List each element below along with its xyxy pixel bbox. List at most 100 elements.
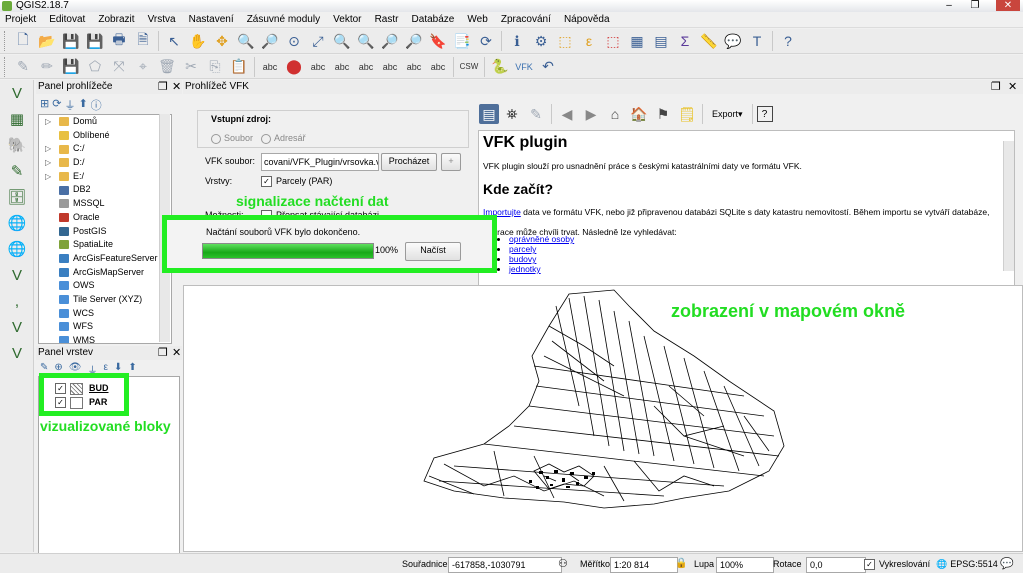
- deselect-icon[interactable]: ⬚: [602, 30, 624, 52]
- vfk-plugin-icon[interactable]: VFK: [513, 56, 535, 78]
- menu-projekt[interactable]: Projekt: [0, 12, 41, 28]
- toolbar-grip-2[interactable]: [4, 56, 9, 77]
- map-canvas[interactable]: [183, 285, 1023, 552]
- python-console-icon[interactable]: 🐍: [489, 56, 511, 78]
- save-edits-icon[interactable]: 💾: [60, 56, 82, 78]
- new-project-icon[interactable]: 🗋: [12, 30, 34, 52]
- browser-item[interactable]: OWS: [39, 279, 171, 293]
- close-panel-icon[interactable]: ✕: [172, 346, 181, 359]
- back-icon[interactable]: ◀: [556, 103, 578, 125]
- maximize-button[interactable]: ❐: [966, 0, 984, 11]
- toggle-editing-icon[interactable]: ✏: [36, 56, 58, 78]
- add-wcs-layer-icon[interactable]: 🌐: [6, 238, 28, 260]
- float-panel-icon[interactable]: ❐: [991, 80, 1001, 93]
- zoom-spinbox[interactable]: 100%: [716, 557, 774, 573]
- select-features-icon[interactable]: ⬚: [554, 30, 576, 52]
- select-by-expression-icon[interactable]: ε: [578, 30, 600, 52]
- forward-icon[interactable]: ▶: [580, 103, 602, 125]
- link-budovy[interactable]: budovy: [509, 254, 536, 264]
- zoom-in-icon[interactable]: 🔍: [235, 30, 257, 52]
- zoom-selection-icon[interactable]: 🔍: [331, 30, 353, 52]
- add-spatialite-layer-icon[interactable]: ✎: [6, 160, 28, 182]
- browser-item[interactable]: Oblíbené: [39, 129, 171, 143]
- refresh-browser-icon[interactable]: ⟳: [52, 97, 61, 111]
- close-panel-icon[interactable]: ✕: [1008, 80, 1017, 93]
- delete-selected-icon[interactable]: 🗑: [156, 56, 178, 78]
- cut-features-icon[interactable]: ✂: [180, 56, 202, 78]
- menu-zpracovani[interactable]: Zpracování: [496, 12, 556, 28]
- browser-item[interactable]: Tile Server (XYZ): [39, 293, 171, 307]
- layer-option-checkbox[interactable]: ✓: [261, 176, 272, 188]
- zoom-full-icon[interactable]: ⤢: [307, 30, 329, 52]
- new-bookmark-icon[interactable]: 🔖: [427, 30, 449, 52]
- properties-icon[interactable]: ⓘ: [91, 97, 102, 112]
- new-spatialite-icon[interactable]: V: [6, 342, 28, 364]
- collapse-all-icon[interactable]: ⬆: [128, 362, 136, 375]
- expand-arrow-icon[interactable]: ▷: [45, 170, 51, 184]
- open-project-icon[interactable]: 📂: [36, 30, 58, 52]
- rotate-label-icon[interactable]: abc: [379, 56, 401, 78]
- render-checkbox[interactable]: ✓: [864, 559, 875, 571]
- close-button[interactable]: ✕: [996, 0, 1020, 11]
- browser-item[interactable]: ▷ E:/: [39, 170, 171, 184]
- pan-map-icon[interactable]: ✥: [211, 30, 233, 52]
- radio-address[interactable]: Adresář: [261, 133, 306, 144]
- layer-labeling-icon[interactable]: ⬤: [283, 56, 305, 78]
- float-panel-icon[interactable]: ❐: [158, 346, 168, 359]
- menu-web[interactable]: Web: [462, 12, 492, 28]
- browser-item[interactable]: WMS: [39, 334, 171, 343]
- undo-icon[interactable]: ↶: [537, 56, 559, 78]
- show-bookmarks-icon[interactable]: 📑: [451, 30, 473, 52]
- browser-item[interactable]: PostGIS: [39, 225, 171, 239]
- link-jednotky[interactable]: jednotky: [509, 264, 541, 274]
- add-vector-layer-icon[interactable]: V: [6, 82, 28, 104]
- expand-arrow-icon[interactable]: ▷: [45, 115, 51, 129]
- toolbar-grip[interactable]: [4, 31, 9, 51]
- refresh-icon[interactable]: ⟳: [475, 30, 497, 52]
- toggle-extents-icon[interactable]: ⚇: [558, 557, 568, 571]
- link-parcely[interactable]: parcely: [509, 244, 536, 254]
- minimize-button[interactable]: –: [940, 0, 958, 11]
- change-label-icon[interactable]: abc: [403, 56, 425, 78]
- menu-napoveda[interactable]: Nápověda: [559, 12, 615, 28]
- show-on-map-icon[interactable]: ⚑: [652, 103, 674, 125]
- browser-item[interactable]: SpatiaLite: [39, 238, 171, 252]
- label-toolbar-icon[interactable]: abc: [259, 56, 281, 78]
- copy-features-icon[interactable]: ⎘: [204, 56, 226, 78]
- zoom-layer-icon[interactable]: 🔍: [355, 30, 377, 52]
- current-edits-icon[interactable]: ✎: [12, 56, 34, 78]
- pan-icon[interactable]: ✋: [187, 30, 209, 52]
- add-feature-icon[interactable]: ⬠: [84, 56, 106, 78]
- browser-item[interactable]: Oracle: [39, 211, 171, 225]
- browser-item[interactable]: ▷ C:/: [39, 142, 171, 156]
- help-icon[interactable]: ?: [777, 30, 799, 52]
- layer-option-par[interactable]: ✓ Parcely (PAR): [261, 176, 332, 188]
- menu-vrstva[interactable]: Vrstva: [143, 12, 181, 28]
- menu-zasuvne-moduly[interactable]: Zásuvné moduly: [242, 12, 325, 28]
- add-selected-icon[interactable]: ⊞: [40, 97, 49, 111]
- home-filled-icon[interactable]: 🏠: [628, 103, 650, 125]
- browser-item[interactable]: ArcGisMapServer: [39, 266, 171, 280]
- move-label-icon[interactable]: abc: [355, 56, 377, 78]
- show-hide-labels-icon[interactable]: abc: [427, 56, 449, 78]
- add-wms-layer-icon[interactable]: 🌐: [6, 212, 28, 234]
- lock-scale-icon[interactable]: 🔒: [675, 557, 687, 571]
- menu-nastaveni[interactable]: Nastavení: [184, 12, 239, 28]
- move-feature-icon[interactable]: ⤧: [108, 56, 130, 78]
- highlight-labels-icon[interactable]: abc: [331, 56, 353, 78]
- save-project-icon[interactable]: 💾: [60, 30, 82, 52]
- filter-browser-icon[interactable]: ⏚: [64, 97, 75, 112]
- close-panel-icon[interactable]: ✕: [172, 80, 181, 93]
- menu-vektor[interactable]: Vektor: [328, 12, 366, 28]
- menu-zobrazit[interactable]: Zobrazit: [93, 12, 139, 28]
- zoom-out-icon[interactable]: 🔎: [259, 30, 281, 52]
- edit-icon[interactable]: ✎: [525, 103, 547, 125]
- map-tips-icon[interactable]: 💬: [722, 30, 744, 52]
- zoom-last-icon[interactable]: 🔎: [379, 30, 401, 52]
- composer-manager-icon[interactable]: 🗎: [132, 30, 154, 52]
- browse-button[interactable]: Procházet: [381, 153, 437, 171]
- render-toggle[interactable]: ✓ Vykreslování: [864, 557, 930, 571]
- expand-arrow-icon[interactable]: ▷: [45, 156, 51, 170]
- add-file-button[interactable]: +: [441, 153, 461, 171]
- float-panel-icon[interactable]: ❐: [158, 80, 168, 93]
